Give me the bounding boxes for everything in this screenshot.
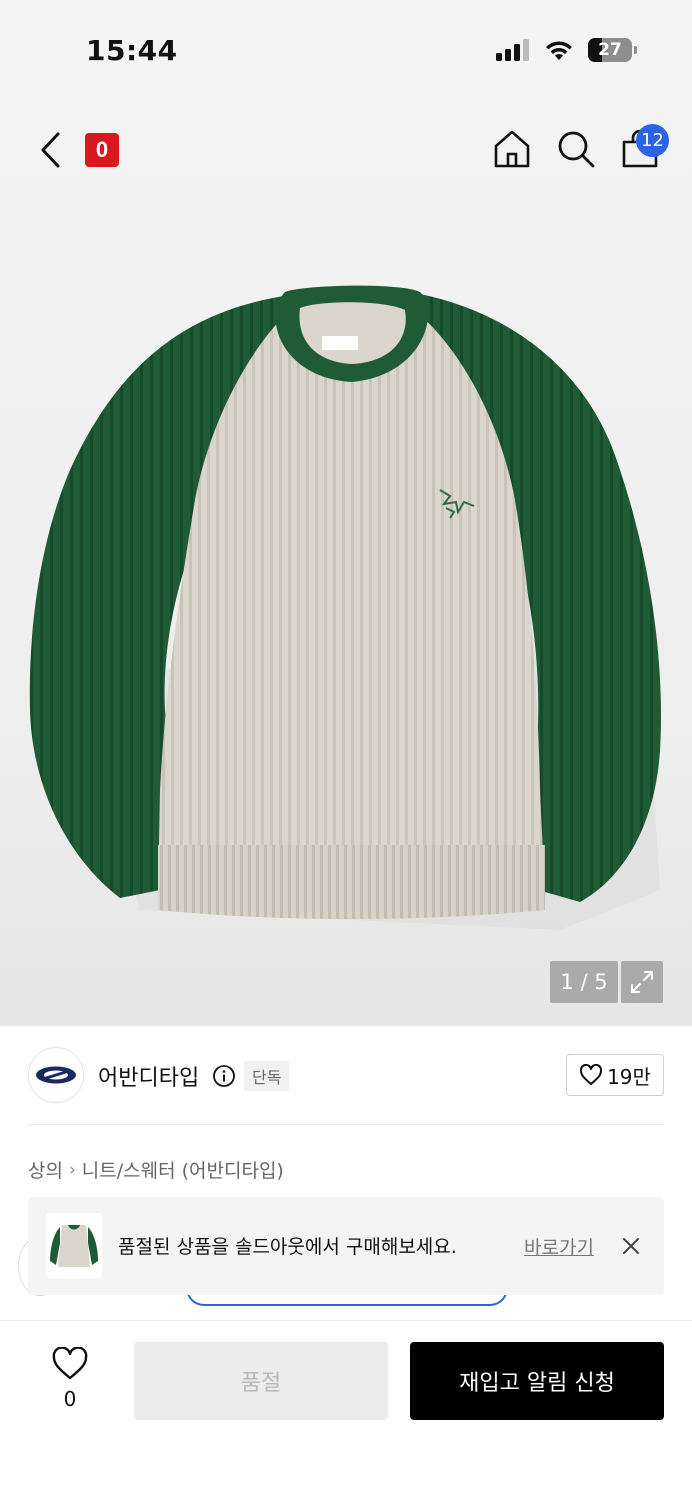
home-icon[interactable]	[491, 128, 533, 170]
breadcrumb-subcategory[interactable]: 니트/스웨터 (어반디타입)	[82, 1156, 284, 1183]
signal-icon	[496, 39, 529, 61]
brand-name[interactable]: 어반디타입	[98, 1060, 199, 1092]
info-icon[interactable]	[212, 1064, 236, 1088]
cart-count-badge: 12	[636, 124, 669, 157]
musinsa-logo[interactable]: 0	[85, 133, 119, 167]
brand-like-count: 19만	[607, 1064, 651, 1089]
bottom-action-bar: 0 품절 재입고 알림 신청	[0, 1320, 692, 1500]
brand-logo[interactable]	[28, 1047, 84, 1103]
search-icon[interactable]	[555, 128, 597, 170]
toast-link[interactable]: 바로가기	[524, 1233, 594, 1260]
battery-level: 27	[598, 40, 622, 60]
expand-icon[interactable]	[621, 961, 663, 1003]
soldout-button: 품절	[134, 1342, 388, 1420]
wifi-icon	[546, 41, 572, 60]
breadcrumb: 상의 › 니트/스웨터 (어반디타입)	[28, 1156, 284, 1183]
image-pager: 1 / 5	[550, 961, 618, 1003]
chevron-right-icon: ›	[68, 1159, 76, 1180]
status-icons: 27	[496, 38, 637, 62]
close-icon[interactable]	[620, 1235, 642, 1257]
brand-like-button[interactable]: 19만	[566, 1054, 664, 1096]
restock-alert-button[interactable]: 재입고 알림 신청	[410, 1342, 664, 1420]
wishlist-button[interactable]: 0	[48, 1346, 92, 1411]
wishlist-count: 0	[63, 1387, 77, 1411]
toast-message: 품절된 상품을 솔드아웃에서 구매해보세요.	[118, 1236, 457, 1258]
back-icon[interactable]	[34, 130, 70, 170]
toast-thumbnail	[46, 1213, 102, 1279]
product-gallery[interactable]: 15:44 27 0 12 1 / 5	[0, 0, 692, 1026]
heart-icon	[52, 1346, 88, 1380]
exclusive-badge: 단독	[244, 1061, 290, 1091]
heart-icon	[580, 1064, 603, 1085]
product-image[interactable]	[0, 270, 692, 950]
status-time: 15:44	[86, 34, 178, 67]
divider	[28, 1124, 664, 1125]
soldout-toast: 품절된 상품을 솔드아웃에서 구매해보세요. 바로가기	[28, 1197, 664, 1295]
battery-icon: 27	[588, 38, 632, 62]
breadcrumb-category[interactable]: 상의	[28, 1156, 63, 1183]
